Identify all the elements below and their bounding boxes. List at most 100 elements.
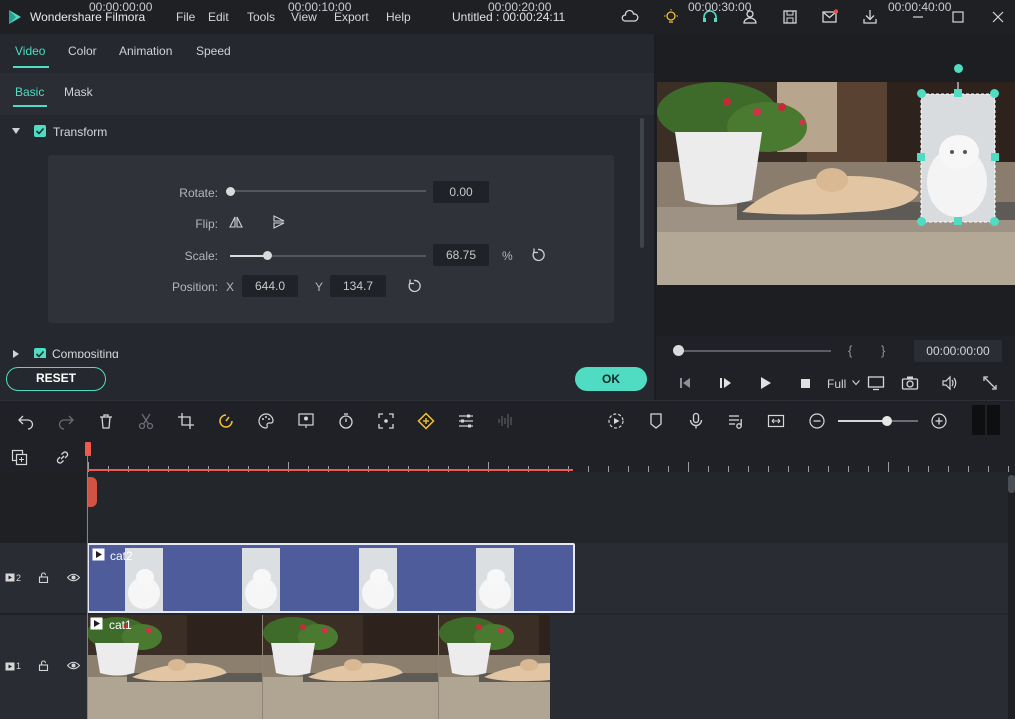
menu-file[interactable]: File xyxy=(176,10,195,24)
resize-handle-top-right[interactable] xyxy=(990,89,999,98)
transform-checkbox[interactable] xyxy=(34,125,46,137)
tab-video[interactable]: Video xyxy=(15,44,45,58)
display-icon[interactable] xyxy=(867,375,885,391)
cat1-thumbnail xyxy=(263,615,438,719)
zoom-in-icon[interactable] xyxy=(930,412,948,430)
playhead-handle[interactable] xyxy=(85,442,91,456)
timeline-scrollbar[interactable] xyxy=(1008,472,1015,719)
snapshot-camera-icon[interactable] xyxy=(901,375,919,391)
position-y-field[interactable]: 134.7 xyxy=(330,275,386,297)
position-x-field[interactable]: 644.0 xyxy=(242,275,298,297)
right-meter-bar xyxy=(987,405,1000,435)
left-meter-bar xyxy=(972,405,985,435)
lock-icon[interactable] xyxy=(38,660,49,671)
preview-video-frame[interactable] xyxy=(657,82,1015,285)
play-frame-icon[interactable] xyxy=(717,375,733,391)
close-icon[interactable] xyxy=(989,8,1007,26)
render-preview-icon[interactable] xyxy=(607,412,625,430)
zoom-out-icon[interactable] xyxy=(808,412,826,430)
subtab-mask[interactable]: Mask xyxy=(64,85,93,99)
crop-icon[interactable] xyxy=(177,412,195,430)
speed-icon[interactable] xyxy=(217,412,235,430)
delete-icon[interactable] xyxy=(97,412,115,430)
ruler-time-3: 00:00:30:00 xyxy=(688,0,751,14)
eye-icon[interactable] xyxy=(67,572,80,583)
fullscreen-icon[interactable] xyxy=(982,375,998,391)
color-palette-icon[interactable] xyxy=(257,412,275,430)
rotate-slider-track[interactable] xyxy=(230,190,426,192)
menu-help[interactable]: Help xyxy=(386,10,411,24)
resize-handle-top-left[interactable] xyxy=(917,89,926,98)
audio-waveform-icon[interactable] xyxy=(497,412,515,430)
green-screen-icon[interactable] xyxy=(297,412,315,430)
redo-icon[interactable] xyxy=(57,412,75,430)
resize-handle-bottom[interactable] xyxy=(954,217,962,225)
adjust-sliders-icon[interactable] xyxy=(457,412,475,430)
maximize-icon[interactable] xyxy=(949,8,967,26)
reset-button[interactable]: RESET xyxy=(6,367,106,391)
video-track-icon xyxy=(5,573,15,582)
zoom-slider-knob[interactable] xyxy=(882,416,892,426)
cut-icon[interactable] xyxy=(137,412,155,430)
step-back-icon[interactable] xyxy=(677,375,693,391)
rotate-handle[interactable] xyxy=(954,64,963,73)
quality-select[interactable]: Full xyxy=(827,377,846,391)
preview-progress-knob[interactable] xyxy=(673,345,684,356)
tab-animation[interactable]: Animation xyxy=(119,44,172,58)
mark-in-icon[interactable]: { xyxy=(848,343,852,358)
audio-mixer-icon[interactable] xyxy=(727,412,745,430)
menu-edit[interactable]: Edit xyxy=(208,10,229,24)
ok-button[interactable]: OK xyxy=(575,367,647,391)
clip-cat2[interactable] xyxy=(87,543,575,613)
reset-scale-icon[interactable] xyxy=(530,247,546,263)
volume-icon[interactable] xyxy=(941,375,959,391)
resize-handle-right[interactable] xyxy=(991,153,999,161)
clip-cat1[interactable] xyxy=(87,615,550,719)
play-icon[interactable] xyxy=(757,375,773,391)
eye-icon[interactable] xyxy=(67,660,80,671)
compositing-title: Compositing xyxy=(52,347,119,358)
timeline-scroll-thumb[interactable] xyxy=(1008,475,1015,493)
ruler-time-1: 00:00:10:00 xyxy=(288,0,351,14)
marker-icon[interactable] xyxy=(647,412,665,430)
rotate-slider-knob[interactable] xyxy=(226,187,235,196)
subtab-basic[interactable]: Basic xyxy=(15,85,44,99)
microphone-icon[interactable] xyxy=(687,412,705,430)
chevron-down-icon[interactable] xyxy=(852,380,860,386)
stop-icon[interactable] xyxy=(797,375,813,391)
mail-icon[interactable] xyxy=(821,8,839,26)
resize-handle-bottom-right[interactable] xyxy=(990,217,999,226)
reset-position-icon[interactable] xyxy=(406,278,422,294)
preview-progress-track[interactable] xyxy=(679,350,831,352)
download-icon[interactable] xyxy=(861,8,879,26)
rotate-label: Rotate: xyxy=(138,186,218,200)
panel-scrollbar[interactable] xyxy=(640,118,644,248)
track-2-number: 2 xyxy=(16,573,21,583)
rotate-value-field[interactable]: 0.00 xyxy=(433,181,489,203)
resize-handle-left[interactable] xyxy=(917,153,925,161)
tab-color[interactable]: Color xyxy=(68,44,97,58)
undo-icon[interactable] xyxy=(17,412,35,430)
stabilize-icon[interactable] xyxy=(377,412,395,430)
position-x-label: X xyxy=(226,280,234,294)
collapse-arrow-icon[interactable] xyxy=(11,126,21,136)
resize-handle-bottom-left[interactable] xyxy=(917,217,926,226)
add-track-icon[interactable] xyxy=(11,449,28,466)
tab-speed[interactable]: Speed xyxy=(196,44,231,58)
idea-bulb-icon[interactable] xyxy=(662,8,680,26)
mark-out-icon[interactable]: } xyxy=(881,343,885,358)
menu-tools[interactable]: Tools xyxy=(247,10,275,24)
cloud-icon[interactable] xyxy=(621,8,639,26)
ruler-time-2: 00:00:20:00 xyxy=(488,0,551,14)
lock-icon[interactable] xyxy=(38,572,49,583)
resize-handle-top[interactable] xyxy=(954,89,962,97)
playhead-split-marker[interactable] xyxy=(87,477,97,507)
save-icon[interactable] xyxy=(781,8,799,26)
flip-horizontal-icon[interactable] xyxy=(229,215,243,229)
keyframe-icon[interactable] xyxy=(417,412,435,430)
scale-value-field[interactable]: 68.75 xyxy=(433,244,489,266)
duration-timer-icon[interactable] xyxy=(337,412,355,430)
link-icon[interactable] xyxy=(54,449,71,466)
flip-vertical-icon[interactable] xyxy=(272,215,286,229)
fit-timeline-icon[interactable] xyxy=(767,412,785,430)
